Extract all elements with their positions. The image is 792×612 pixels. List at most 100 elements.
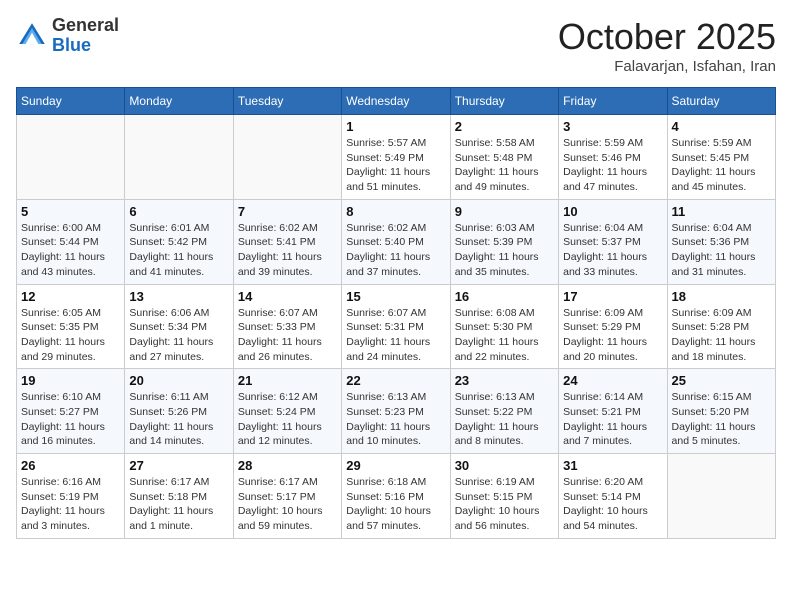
day-info: Sunrise: 6:02 AMSunset: 5:41 PMDaylight:… (238, 221, 337, 280)
weekday-header-monday: Monday (125, 88, 233, 115)
weekday-header-sunday: Sunday (17, 88, 125, 115)
day-number: 14 (238, 289, 337, 304)
day-info: Sunrise: 6:06 AMSunset: 5:34 PMDaylight:… (129, 306, 228, 365)
day-number: 29 (346, 458, 445, 473)
calendar-cell (233, 115, 341, 200)
calendar-cell: 26 Sunrise: 6:16 AMSunset: 5:19 PMDaylig… (17, 454, 125, 539)
calendar-cell: 10 Sunrise: 6:04 AMSunset: 5:37 PMDaylig… (559, 199, 667, 284)
day-info: Sunrise: 6:04 AMSunset: 5:36 PMDaylight:… (672, 221, 771, 280)
calendar-cell: 8 Sunrise: 6:02 AMSunset: 5:40 PMDayligh… (342, 199, 450, 284)
day-number: 15 (346, 289, 445, 304)
calendar-cell: 23 Sunrise: 6:13 AMSunset: 5:22 PMDaylig… (450, 369, 558, 454)
weekday-header-friday: Friday (559, 88, 667, 115)
day-info: Sunrise: 6:07 AMSunset: 5:33 PMDaylight:… (238, 306, 337, 365)
day-info: Sunrise: 6:16 AMSunset: 5:19 PMDaylight:… (21, 475, 120, 534)
day-info: Sunrise: 6:17 AMSunset: 5:18 PMDaylight:… (129, 475, 228, 534)
title-block: October 2025 Falavarjan, Isfahan, Iran (558, 16, 776, 75)
day-info: Sunrise: 6:03 AMSunset: 5:39 PMDaylight:… (455, 221, 554, 280)
calendar-cell: 16 Sunrise: 6:08 AMSunset: 5:30 PMDaylig… (450, 284, 558, 369)
day-number: 13 (129, 289, 228, 304)
calendar-cell: 9 Sunrise: 6:03 AMSunset: 5:39 PMDayligh… (450, 199, 558, 284)
day-info: Sunrise: 6:05 AMSunset: 5:35 PMDaylight:… (21, 306, 120, 365)
logo-icon (16, 20, 48, 52)
day-info: Sunrise: 6:13 AMSunset: 5:22 PMDaylight:… (455, 390, 554, 449)
day-number: 19 (21, 373, 120, 388)
day-info: Sunrise: 5:59 AMSunset: 5:45 PMDaylight:… (672, 136, 771, 195)
day-info: Sunrise: 5:57 AMSunset: 5:49 PMDaylight:… (346, 136, 445, 195)
calendar-cell: 13 Sunrise: 6:06 AMSunset: 5:34 PMDaylig… (125, 284, 233, 369)
day-info: Sunrise: 6:09 AMSunset: 5:28 PMDaylight:… (672, 306, 771, 365)
day-info: Sunrise: 6:18 AMSunset: 5:16 PMDaylight:… (346, 475, 445, 534)
calendar-cell: 2 Sunrise: 5:58 AMSunset: 5:48 PMDayligh… (450, 115, 558, 200)
weekday-header-thursday: Thursday (450, 88, 558, 115)
calendar-cell: 20 Sunrise: 6:11 AMSunset: 5:26 PMDaylig… (125, 369, 233, 454)
day-info: Sunrise: 6:14 AMSunset: 5:21 PMDaylight:… (563, 390, 662, 449)
day-number: 3 (563, 119, 662, 134)
day-number: 1 (346, 119, 445, 134)
calendar-cell: 31 Sunrise: 6:20 AMSunset: 5:14 PMDaylig… (559, 454, 667, 539)
calendar-cell: 12 Sunrise: 6:05 AMSunset: 5:35 PMDaylig… (17, 284, 125, 369)
calendar-cell: 6 Sunrise: 6:01 AMSunset: 5:42 PMDayligh… (125, 199, 233, 284)
page-header: General Blue October 2025 Falavarjan, Is… (16, 16, 776, 75)
day-number: 27 (129, 458, 228, 473)
day-number: 12 (21, 289, 120, 304)
day-number: 16 (455, 289, 554, 304)
day-info: Sunrise: 5:58 AMSunset: 5:48 PMDaylight:… (455, 136, 554, 195)
logo-blue-text: Blue (52, 35, 91, 55)
day-info: Sunrise: 6:09 AMSunset: 5:29 PMDaylight:… (563, 306, 662, 365)
day-number: 24 (563, 373, 662, 388)
weekday-header-saturday: Saturday (667, 88, 775, 115)
day-info: Sunrise: 6:08 AMSunset: 5:30 PMDaylight:… (455, 306, 554, 365)
calendar-cell: 7 Sunrise: 6:02 AMSunset: 5:41 PMDayligh… (233, 199, 341, 284)
day-info: Sunrise: 6:11 AMSunset: 5:26 PMDaylight:… (129, 390, 228, 449)
calendar-cell: 28 Sunrise: 6:17 AMSunset: 5:17 PMDaylig… (233, 454, 341, 539)
calendar-cell (667, 454, 775, 539)
weekday-header-tuesday: Tuesday (233, 88, 341, 115)
calendar-cell: 29 Sunrise: 6:18 AMSunset: 5:16 PMDaylig… (342, 454, 450, 539)
calendar-cell: 14 Sunrise: 6:07 AMSunset: 5:33 PMDaylig… (233, 284, 341, 369)
day-number: 6 (129, 204, 228, 219)
calendar-week-row: 19 Sunrise: 6:10 AMSunset: 5:27 PMDaylig… (17, 369, 776, 454)
day-number: 10 (563, 204, 662, 219)
calendar-cell: 18 Sunrise: 6:09 AMSunset: 5:28 PMDaylig… (667, 284, 775, 369)
day-number: 22 (346, 373, 445, 388)
calendar-cell: 24 Sunrise: 6:14 AMSunset: 5:21 PMDaylig… (559, 369, 667, 454)
day-number: 11 (672, 204, 771, 219)
calendar-cell (125, 115, 233, 200)
day-number: 8 (346, 204, 445, 219)
day-number: 5 (21, 204, 120, 219)
calendar-cell: 1 Sunrise: 5:57 AMSunset: 5:49 PMDayligh… (342, 115, 450, 200)
day-info: Sunrise: 6:20 AMSunset: 5:14 PMDaylight:… (563, 475, 662, 534)
calendar-cell: 30 Sunrise: 6:19 AMSunset: 5:15 PMDaylig… (450, 454, 558, 539)
day-info: Sunrise: 6:15 AMSunset: 5:20 PMDaylight:… (672, 390, 771, 449)
day-info: Sunrise: 6:07 AMSunset: 5:31 PMDaylight:… (346, 306, 445, 365)
day-number: 21 (238, 373, 337, 388)
day-info: Sunrise: 6:19 AMSunset: 5:15 PMDaylight:… (455, 475, 554, 534)
day-number: 17 (563, 289, 662, 304)
logo: General Blue (16, 16, 119, 56)
month-title: October 2025 (558, 16, 776, 58)
weekday-header-row: SundayMondayTuesdayWednesdayThursdayFrid… (17, 88, 776, 115)
calendar-cell: 22 Sunrise: 6:13 AMSunset: 5:23 PMDaylig… (342, 369, 450, 454)
calendar-cell: 4 Sunrise: 5:59 AMSunset: 5:45 PMDayligh… (667, 115, 775, 200)
day-info: Sunrise: 6:10 AMSunset: 5:27 PMDaylight:… (21, 390, 120, 449)
day-number: 26 (21, 458, 120, 473)
day-number: 31 (563, 458, 662, 473)
calendar-table: SundayMondayTuesdayWednesdayThursdayFrid… (16, 87, 776, 539)
calendar-cell: 21 Sunrise: 6:12 AMSunset: 5:24 PMDaylig… (233, 369, 341, 454)
day-number: 23 (455, 373, 554, 388)
calendar-cell: 17 Sunrise: 6:09 AMSunset: 5:29 PMDaylig… (559, 284, 667, 369)
calendar-week-row: 5 Sunrise: 6:00 AMSunset: 5:44 PMDayligh… (17, 199, 776, 284)
calendar-cell: 11 Sunrise: 6:04 AMSunset: 5:36 PMDaylig… (667, 199, 775, 284)
day-info: Sunrise: 6:02 AMSunset: 5:40 PMDaylight:… (346, 221, 445, 280)
day-info: Sunrise: 6:13 AMSunset: 5:23 PMDaylight:… (346, 390, 445, 449)
day-number: 9 (455, 204, 554, 219)
day-number: 20 (129, 373, 228, 388)
day-number: 2 (455, 119, 554, 134)
location-subtitle: Falavarjan, Isfahan, Iran (558, 58, 776, 75)
weekday-header-wednesday: Wednesday (342, 88, 450, 115)
day-number: 30 (455, 458, 554, 473)
calendar-cell: 19 Sunrise: 6:10 AMSunset: 5:27 PMDaylig… (17, 369, 125, 454)
calendar-cell: 15 Sunrise: 6:07 AMSunset: 5:31 PMDaylig… (342, 284, 450, 369)
calendar-cell (17, 115, 125, 200)
